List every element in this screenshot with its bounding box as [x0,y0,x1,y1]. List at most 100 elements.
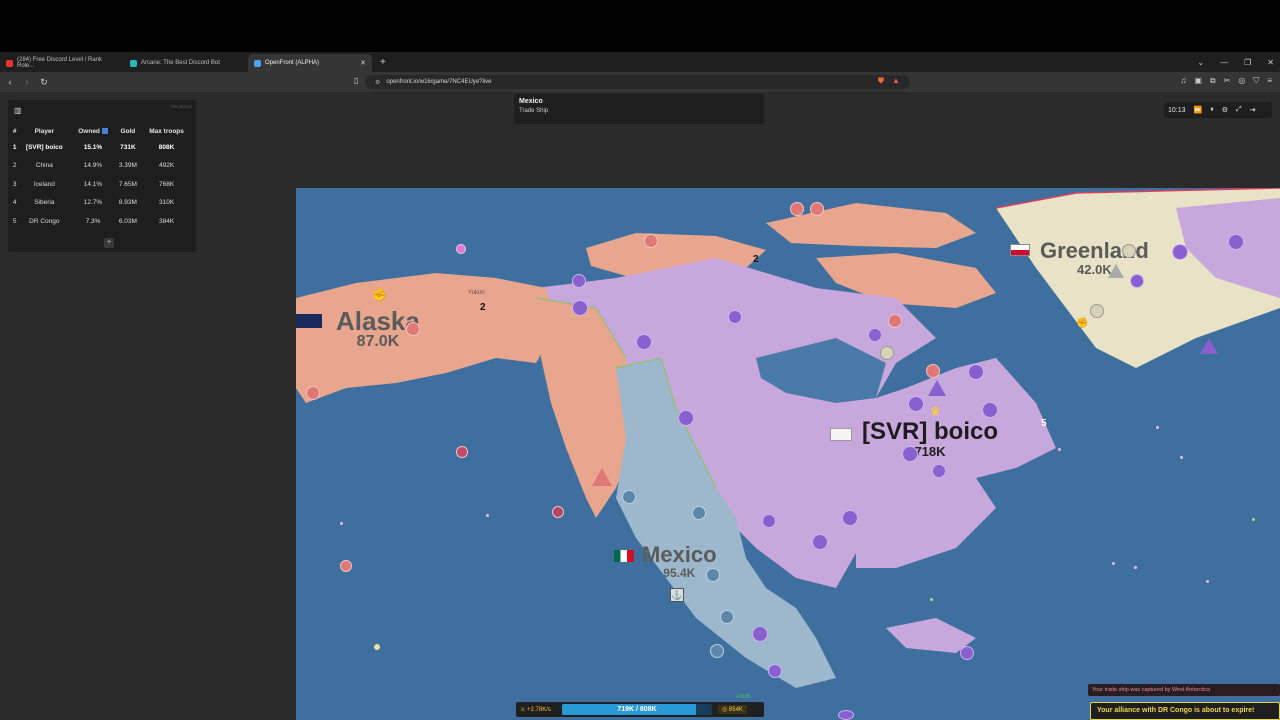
leaderboard-row[interactable]: 5 DR Congo 7.3% 6.03M 384K [12,212,192,231]
wallet-icon[interactable]: ⛉ [1253,76,1259,86]
port-icon[interactable] [932,464,946,478]
defense-icon[interactable] [762,514,776,528]
sea-unit-dot [1206,580,1209,583]
media-icon[interactable]: ♫ [1180,76,1186,86]
enemy-defense-icon[interactable] [644,234,658,248]
bar-chart-icon[interactable]: ▥ [14,106,23,115]
city-icon[interactable] [812,534,828,550]
city-icon[interactable] [636,334,652,350]
port-icon[interactable] [868,328,882,342]
missile-silo-icon[interactable] [1200,338,1218,354]
event-message-alliance[interactable]: Your alliance with DR Congo is about to … [1090,702,1280,720]
sidebar-icon[interactable]: ▣ [1194,76,1202,86]
window-controls: ⌄ — ❐ ✕ [1197,52,1274,72]
address-bar[interactable]: ⚙ openfront.io/w16/game/7NC4EUye?live [365,75,910,89]
game-id: 7NC4EUye [169,104,192,109]
greenland-port-icon[interactable] [880,346,894,360]
site-info-icon[interactable]: ⚙ [375,79,380,86]
settings-gear-icon[interactable]: ⚙ [1222,106,1228,114]
screenshot-icon[interactable]: ✂ [1224,76,1231,86]
minimize-button[interactable]: — [1220,58,1228,67]
city-icon[interactable] [678,410,694,426]
reload-button[interactable]: ↻ [37,77,51,88]
port-icon[interactable] [728,310,742,324]
city-icon[interactable] [572,300,588,316]
city-icon[interactable] [842,510,858,526]
brave-rewards-icon[interactable]: ▲ [892,76,900,86]
tab-openfront[interactable]: OpenFront (ALPHA) ✕ [248,54,372,72]
greenland-city-icon[interactable] [1122,244,1136,258]
mexico-city-icon[interactable] [622,490,636,504]
brave-shields[interactable]: ⛊ ▲ [878,76,900,86]
restore-button[interactable]: ❐ [1244,58,1251,67]
leaderboard-row[interactable]: 3 Iceland 14.1% 7.65M 768K [12,175,192,194]
player-name: DR Congo [29,217,60,225]
port-icon[interactable] [960,646,974,660]
enemy-port-icon[interactable] [456,446,468,458]
menu-icon[interactable]: ≡ [1267,76,1272,86]
troop-slider[interactable]: 719K / 808K [562,704,712,715]
city-icon[interactable] [752,626,768,642]
col-player: Player [34,127,55,135]
mexico-port-icon[interactable] [710,644,724,658]
game-map[interactable]: Alaska 87.0K Greenland 42.0K [SVR] boico… [296,188,1280,720]
new-tab-button[interactable]: + [380,57,386,68]
mexico-city-icon[interactable] [706,568,720,582]
close-window-button[interactable]: ✕ [1267,58,1274,67]
tab-discord-level[interactable]: (284) Free Discord Level / Rank Role... [0,54,124,72]
tab-search-icon[interactable]: ⌄ [1197,58,1204,67]
enemy-city-icon[interactable] [406,322,420,336]
city-icon[interactable] [902,446,918,462]
bookmark-icon[interactable]: ▯ [354,76,358,85]
missile-silo-icon[interactable] [592,468,612,486]
event-message-capture: Your trade ship was captured by West Ant… [1088,684,1280,696]
gold: 3.39M [118,162,137,170]
port-icon[interactable] [1130,274,1144,288]
sea-unit-dot [1180,456,1183,459]
brave-shield-icon[interactable]: ⛊ [878,76,884,86]
leaderboard-row[interactable]: 2 China 14.9% 3.39M 492K [12,157,192,176]
fast-forward-icon[interactable]: ⏩ [1194,106,1203,114]
browser-toolbar: ‹ › ↻ ▯ ⚙ openfront.io/w16/game/7NC4EUye… [0,72,1280,92]
exit-icon[interactable]: ⇥ [1250,106,1256,114]
port-icon[interactable] [572,274,586,288]
back-button[interactable]: ‹ [3,77,17,87]
greenland-city-icon[interactable] [1090,304,1104,318]
missile-silo-icon[interactable] [1108,264,1124,278]
fullscreen-icon[interactable]: ⤢ [1236,106,1242,114]
city-icon[interactable] [982,402,998,418]
territory-label-greenland: Greenland 42.0K [1040,238,1149,277]
enemy-port-icon[interactable] [552,506,564,518]
col-gold[interactable]: Gold [115,124,142,138]
city-icon[interactable] [1172,244,1188,260]
enemy-port-icon[interactable] [456,244,466,254]
city-icon[interactable] [1228,234,1244,250]
enemy-port-icon[interactable] [340,560,352,572]
city-icon[interactable] [968,364,984,380]
enemy-city-icon[interactable] [790,202,804,216]
enemy-port-icon[interactable] [888,314,902,328]
col-owned[interactable]: Owned [71,124,114,138]
city-icon[interactable] [908,396,924,412]
vpn-icon[interactable]: ◎ [1238,76,1245,86]
close-tab-icon[interactable]: ✕ [360,59,366,67]
leaderboard-row[interactable]: 1 [SVR] boico 15.1% 731K 808K [12,138,192,157]
city-icon[interactable] [838,710,854,720]
forward-button[interactable]: › [20,77,34,87]
enemy-port-icon[interactable] [306,386,320,400]
territory-troops: 718K [914,444,946,459]
enemy-port-icon[interactable] [926,364,940,378]
missile-silo-icon[interactable] [928,380,946,396]
trade-ship-icon[interactable]: ⚓ [670,588,684,602]
extensions-icon[interactable]: ⧉ [1210,76,1216,86]
mexico-port-icon[interactable] [720,610,734,624]
tab-arcane[interactable]: Arcane: The Best Discord Bot [124,54,248,72]
enemy-city-icon[interactable] [810,202,824,216]
mexico-city-icon[interactable] [692,506,706,520]
pause-icon[interactable]: ⏸ [1210,106,1214,114]
leaderboard-row[interactable]: 4 Siberia 12.7% 8.93M 310K [12,194,192,213]
col-max-troops[interactable]: Max troops [141,124,192,138]
port-icon[interactable] [768,664,782,678]
sort-icon[interactable] [101,127,108,134]
expand-leaderboard-button[interactable]: + [104,238,114,248]
